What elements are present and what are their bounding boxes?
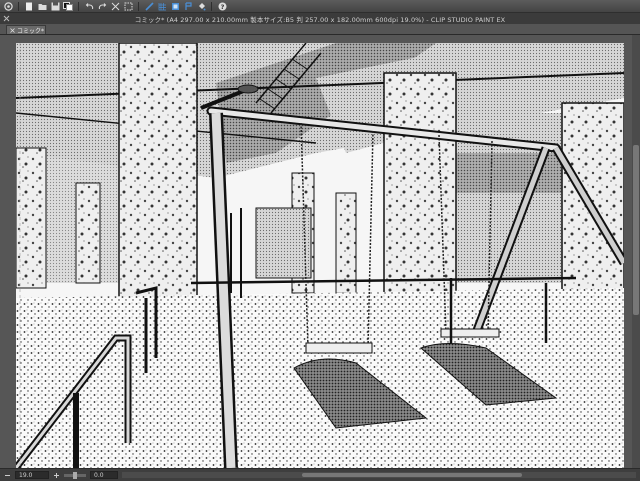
toolbar-separator bbox=[211, 1, 212, 11]
vertical-scrollbar[interactable] bbox=[632, 35, 640, 468]
bucket-icon[interactable] bbox=[196, 2, 206, 11]
document-tab-bar: コミック* bbox=[0, 24, 640, 35]
help-icon[interactable]: ? bbox=[217, 2, 227, 11]
status-bar: 19.0 0.0 bbox=[0, 468, 640, 481]
horizontal-scroll-thumb[interactable] bbox=[302, 473, 522, 477]
clear-icon[interactable] bbox=[110, 2, 120, 11]
save-icon[interactable] bbox=[50, 2, 60, 11]
tab-label: コミック* bbox=[17, 27, 45, 35]
tab-document[interactable]: コミック* bbox=[6, 25, 46, 35]
zoom-in-icon[interactable] bbox=[53, 472, 60, 479]
drawing-canvas[interactable] bbox=[16, 43, 624, 468]
rotation-angle-field[interactable]: 0.0 bbox=[90, 471, 118, 479]
zoom-slider[interactable] bbox=[64, 471, 86, 479]
close-window-icon[interactable] bbox=[3, 15, 10, 22]
transform-icon[interactable] bbox=[123, 2, 133, 11]
svg-text:?: ? bbox=[220, 3, 224, 11]
toolbar-separator bbox=[78, 1, 79, 11]
canvas-workspace[interactable] bbox=[0, 35, 640, 468]
new-icon[interactable] bbox=[24, 2, 34, 11]
vertical-scroll-thumb[interactable] bbox=[633, 145, 639, 315]
tab-close-icon[interactable] bbox=[10, 27, 15, 33]
zoom-out-icon[interactable] bbox=[4, 472, 11, 479]
redo-icon[interactable] bbox=[97, 2, 107, 11]
toolbar-separator bbox=[138, 1, 139, 11]
color-swatch-icon[interactable] bbox=[63, 1, 73, 11]
toolbar-separator bbox=[18, 1, 19, 11]
clip-logo-icon[interactable] bbox=[3, 1, 13, 11]
main-toolbar: ? bbox=[0, 0, 640, 13]
fill-icon[interactable] bbox=[183, 1, 193, 11]
window-title: コミック* (A4 297.00 x 210.00mm 製本サイズ:B5 判 2… bbox=[134, 15, 506, 24]
open-icon[interactable] bbox=[37, 2, 47, 11]
snap-grid-icon[interactable] bbox=[157, 2, 167, 11]
zoom-slider-knob[interactable] bbox=[73, 471, 77, 479]
zoom-value: 19.0 bbox=[19, 471, 33, 479]
angle-value: 0.0 bbox=[94, 471, 104, 479]
layer-icon[interactable] bbox=[170, 2, 180, 11]
snap-ruler-icon[interactable] bbox=[144, 1, 154, 11]
horizontal-scrollbar[interactable] bbox=[122, 472, 636, 478]
undo-icon[interactable] bbox=[84, 2, 94, 11]
canvas-artwork bbox=[16, 43, 624, 468]
zoom-level-field[interactable]: 19.0 bbox=[15, 471, 49, 479]
